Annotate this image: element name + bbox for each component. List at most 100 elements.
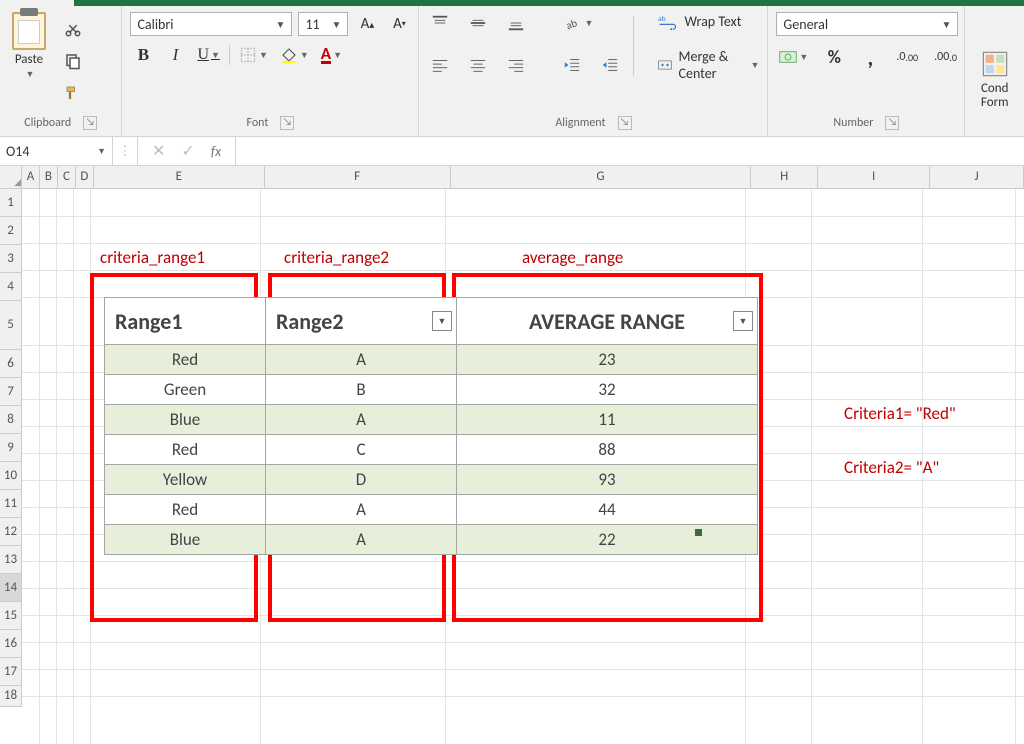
percent-button[interactable]: % <box>821 46 847 68</box>
paste-button[interactable]: Paste ▼ <box>8 12 50 80</box>
col-header-G[interactable]: G <box>451 166 752 188</box>
cell[interactable]: C <box>266 435 457 465</box>
row-header-2[interactable]: 2 <box>0 217 21 245</box>
cell[interactable]: 23 <box>457 345 758 375</box>
font-color-button[interactable]: A ▼ <box>318 44 345 66</box>
ribbon: Paste ▼ Clipboard ↘ <box>0 0 1024 137</box>
cell[interactable]: 44 <box>457 495 758 525</box>
dialog-launcher-icon[interactable]: ↘ <box>280 116 294 130</box>
cut-button[interactable] <box>60 18 86 40</box>
col-header-J[interactable]: J <box>930 166 1024 188</box>
cell[interactable]: Red <box>105 345 266 375</box>
borders-button[interactable]: ▼ <box>236 44 271 66</box>
row-header-18[interactable]: 18 <box>0 686 21 707</box>
dialog-launcher-icon[interactable]: ↘ <box>618 116 632 130</box>
row-header-4[interactable]: 4 <box>0 273 21 301</box>
font-name-combo[interactable]: Calibri ▼ <box>130 12 292 36</box>
cell[interactable]: A <box>266 405 457 435</box>
fx-button[interactable]: fx <box>211 143 221 160</box>
number-format-combo[interactable]: General ▼ <box>776 12 958 36</box>
header-range1[interactable]: Range1 <box>105 298 266 345</box>
formula-input[interactable] <box>236 137 1024 165</box>
select-all-corner[interactable]: ◢ <box>0 166 22 188</box>
cell[interactable]: A <box>266 495 457 525</box>
copy-button[interactable] <box>60 50 86 72</box>
cell[interactable]: 93 <box>457 465 758 495</box>
col-header-F[interactable]: F <box>265 166 451 188</box>
col-header-H[interactable]: H <box>751 166 818 188</box>
wrap-text-button[interactable]: ab Wrap Text <box>658 12 741 30</box>
conditional-formatting-button[interactable]: Cond Form <box>965 6 1024 136</box>
cell[interactable]: Red <box>105 435 266 465</box>
increase-indent-button[interactable] <box>597 54 623 76</box>
row-header-3[interactable]: 3 <box>0 245 21 273</box>
cell[interactable]: 22 <box>457 525 758 555</box>
col-header-B[interactable]: B <box>40 166 58 188</box>
row-header-9[interactable]: 9 <box>0 434 21 462</box>
cell[interactable]: Blue <box>105 525 266 555</box>
row-header-6[interactable]: 6 <box>0 350 21 378</box>
decrease-indent-button[interactable] <box>559 54 585 76</box>
chevron-down-icon[interactable]: ▼ <box>26 69 35 80</box>
table-resize-handle[interactable] <box>695 529 702 536</box>
align-left-button[interactable] <box>427 54 453 76</box>
row-header-8[interactable]: 8 <box>0 406 21 434</box>
increase-font-button[interactable]: A▴ <box>354 13 380 35</box>
row-header-10[interactable]: 10 <box>0 462 21 490</box>
orientation-button[interactable]: ab▼ <box>559 12 596 34</box>
row-header-7[interactable]: 7 <box>0 378 21 406</box>
cell[interactable]: B <box>266 375 457 405</box>
underline-button[interactable]: U▼ <box>194 44 222 66</box>
row-header-15[interactable]: 15 <box>0 602 21 630</box>
worksheet-grid[interactable]: ◢ A B C D E F G H I J 1 2 3 4 5 6 7 8 9 … <box>0 166 1024 707</box>
row-header-1[interactable]: 1 <box>0 189 21 217</box>
enter-formula-button[interactable]: ✓ <box>181 141 194 161</box>
italic-button[interactable]: I <box>162 44 188 66</box>
cell[interactable]: A <box>266 525 457 555</box>
dialog-launcher-icon[interactable]: ↘ <box>885 116 899 130</box>
merge-center-button[interactable]: Merge & Center ▼ <box>658 48 759 82</box>
format-painter-button[interactable] <box>60 82 86 104</box>
cell[interactable]: Red <box>105 495 266 525</box>
row-header-11[interactable]: 11 <box>0 490 21 518</box>
cell[interactable]: D <box>266 465 457 495</box>
align-top-button[interactable] <box>427 12 453 34</box>
row-header-13[interactable]: 13 <box>0 546 21 574</box>
col-header-D[interactable]: D <box>76 166 94 188</box>
align-middle-button[interactable] <box>465 12 491 34</box>
cell[interactable]: 88 <box>457 435 758 465</box>
fill-color-button[interactable]: ▼ <box>277 44 312 66</box>
decrease-decimal-button[interactable]: .00.0 <box>931 46 960 68</box>
filter-button-average[interactable]: ▼ <box>733 311 753 331</box>
decrease-font-button[interactable]: A▾ <box>386 13 412 35</box>
row-header-14[interactable]: 14 <box>0 574 21 602</box>
font-size-combo[interactable]: 11 ▼ <box>298 12 348 36</box>
col-header-A[interactable]: A <box>22 166 40 188</box>
comma-button[interactable]: , <box>857 46 883 68</box>
row-header-17[interactable]: 17 <box>0 658 21 686</box>
name-box[interactable]: O14 ▼ <box>0 137 113 165</box>
align-center-button[interactable] <box>465 54 491 76</box>
col-header-I[interactable]: I <box>818 166 930 188</box>
header-average-range[interactable]: AVERAGE RANGE ▼ <box>457 298 758 345</box>
col-header-E[interactable]: E <box>94 166 265 188</box>
bold-button[interactable]: B <box>130 44 156 66</box>
increase-decimal-button[interactable]: .0.00 <box>893 46 921 68</box>
row-header-12[interactable]: 12 <box>0 518 21 546</box>
align-right-button[interactable] <box>503 54 529 76</box>
cancel-formula-button[interactable]: ✕ <box>152 141 165 161</box>
col-header-C[interactable]: C <box>58 166 76 188</box>
row-header-16[interactable]: 16 <box>0 630 21 658</box>
align-bottom-button[interactable] <box>503 12 529 34</box>
cell[interactable]: Blue <box>105 405 266 435</box>
cell[interactable]: A <box>266 345 457 375</box>
cell[interactable]: 32 <box>457 375 758 405</box>
dialog-launcher-icon[interactable]: ↘ <box>83 116 97 130</box>
cell[interactable]: Yellow <box>105 465 266 495</box>
cell[interactable]: Green <box>105 375 266 405</box>
cell[interactable]: 11 <box>457 405 758 435</box>
header-range2[interactable]: Range2 ▼ <box>266 298 457 345</box>
filter-button-range2[interactable]: ▼ <box>432 311 452 331</box>
row-header-5[interactable]: 5 <box>0 301 21 350</box>
accounting-format-button[interactable]: ▼ <box>776 46 811 68</box>
